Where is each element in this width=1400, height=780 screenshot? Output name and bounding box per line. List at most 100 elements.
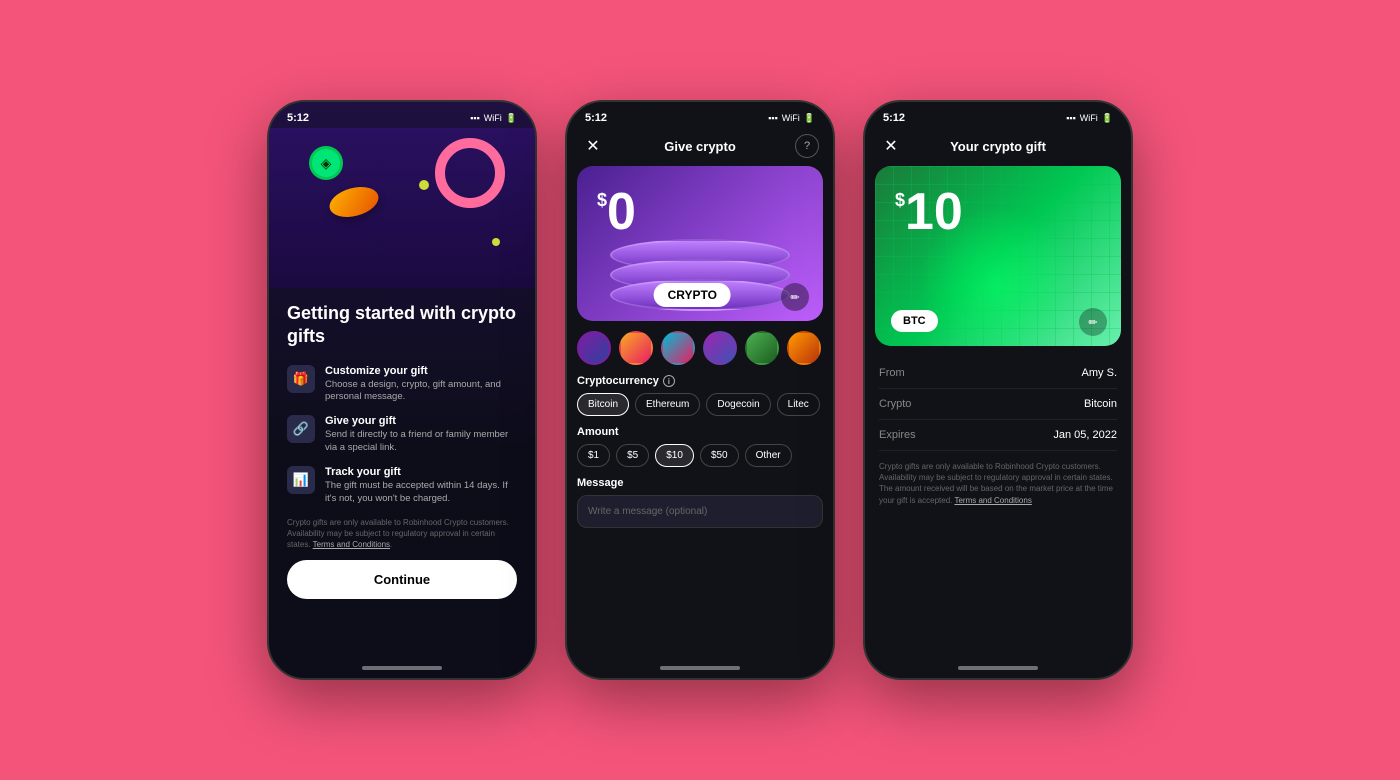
phone2-header: ✕ Give crypto ? — [567, 128, 833, 166]
status-bar-1: 5:12 ▪▪▪ WiFi 🔋 — [269, 102, 535, 128]
phone3-header: ✕ Your crypto gift — [865, 128, 1131, 166]
give-title: Give your gift — [325, 415, 517, 427]
amount-pills: $1 $5 $10 $50 Other — [577, 444, 823, 467]
from-value: Amy S. — [1082, 367, 1117, 379]
customize-icon: 🎁 — [287, 365, 315, 393]
battery-icon-3: 🔋 — [1102, 113, 1113, 124]
crypto-card: $ 0 CRYPTO ✏ — [577, 166, 823, 321]
pink-ring — [435, 138, 505, 208]
feature-customize-text: Customize your gift Choose a design, cry… — [325, 365, 517, 404]
yellow-dot-2 — [492, 238, 500, 246]
pill-litecoin[interactable]: Litec — [777, 393, 820, 416]
status-time-1: 5:12 — [287, 112, 309, 124]
info-row-crypto: Crypto Bitcoin — [879, 389, 1117, 420]
green-coin — [309, 146, 343, 180]
close-button-2[interactable]: ✕ — [581, 134, 605, 158]
orange-coin — [326, 182, 382, 222]
home-indicator-2 — [660, 666, 740, 670]
give-desc: Send it directly to a friend or family m… — [325, 429, 517, 454]
avatar-1[interactable] — [577, 331, 611, 365]
phone-2: 5:12 ▪▪▪ WiFi 🔋 ✕ Give crypto ? $ 0 CRYP… — [565, 100, 835, 680]
feature-customize: 🎁 Customize your gift Choose a design, c… — [287, 365, 517, 404]
crypto-label-3: Crypto — [879, 398, 911, 410]
pill-50[interactable]: $50 — [700, 444, 739, 467]
close-button-3[interactable]: ✕ — [879, 134, 903, 158]
home-indicator-3 — [958, 666, 1038, 670]
expires-label: Expires — [879, 429, 916, 441]
page-title: Getting started with crypto gifts — [287, 302, 517, 349]
phone3-body: From Amy S. Crypto Bitcoin Expires Jan 0… — [865, 358, 1131, 660]
customize-title: Customize your gift — [325, 365, 517, 377]
expires-value: Jan 05, 2022 — [1053, 429, 1117, 441]
hero-illustration — [269, 128, 535, 288]
from-label: From — [879, 367, 905, 379]
wifi-icon-3: WiFi — [1080, 113, 1098, 123]
dollar-sign: $ — [597, 190, 607, 211]
feature-track-text: Track your gift The gift must be accepte… — [325, 466, 517, 505]
give-icon: 🔗 — [287, 415, 315, 443]
disclaimer-3: Crypto gifts are only available to Robin… — [879, 461, 1117, 506]
message-input[interactable]: Write a message (optional) — [577, 495, 823, 528]
terms-link-1[interactable]: Terms and Conditions — [313, 540, 390, 549]
avatar-4[interactable] — [703, 331, 737, 365]
avatar-2[interactable] — [619, 331, 653, 365]
status-bar-3: 5:12 ▪▪▪ WiFi 🔋 — [865, 102, 1131, 128]
btc-pill: BTC — [891, 310, 938, 332]
signal-icon-2: ▪▪▪ — [768, 113, 778, 123]
green-dollar: $ — [895, 190, 905, 211]
avatar-3[interactable] — [661, 331, 695, 365]
crypto-label-pill: CRYPTO — [654, 283, 731, 307]
phone-3: 5:12 ▪▪▪ WiFi 🔋 ✕ Your crypto gift $ 10 … — [863, 100, 1133, 680]
green-card: $ 10 BTC ✏ — [875, 166, 1121, 346]
disclaimer-1: Crypto gifts are only available to Robin… — [287, 517, 517, 551]
phone1-content: Getting started with crypto gifts 🎁 Cust… — [269, 288, 535, 660]
continue-button[interactable]: Continue — [287, 560, 517, 599]
info-icon-crypto[interactable]: i — [663, 375, 675, 387]
cryptocurrency-pills: Bitcoin Ethereum Dogecoin Litec — [577, 393, 823, 416]
info-row-expires: Expires Jan 05, 2022 — [879, 420, 1117, 451]
customize-desc: Choose a design, crypto, gift amount, an… — [325, 379, 517, 404]
pill-10[interactable]: $10 — [655, 444, 694, 467]
amount-label: Amount — [577, 426, 823, 438]
message-label: Message — [577, 477, 823, 489]
wifi-icon-2: WiFi — [782, 113, 800, 123]
avatar-6[interactable] — [787, 331, 821, 365]
status-time-3: 5:12 — [883, 112, 905, 124]
wifi-icon: WiFi — [484, 113, 502, 123]
edit-card-button-3[interactable]: ✏ — [1079, 308, 1107, 336]
info-row-from: From Amy S. — [879, 358, 1117, 389]
track-desc: The gift must be accepted within 14 days… — [325, 480, 517, 505]
battery-icon-2: 🔋 — [804, 113, 815, 124]
home-indicator-1 — [362, 666, 442, 670]
avatar-5[interactable] — [745, 331, 779, 365]
edit-card-button[interactable]: ✏ — [781, 283, 809, 311]
status-icons-1: ▪▪▪ WiFi 🔋 — [470, 113, 517, 124]
feature-track: 📊 Track your gift The gift must be accep… — [287, 466, 517, 505]
pill-5[interactable]: $5 — [616, 444, 649, 467]
avatar-row — [567, 331, 833, 375]
green-num: 10 — [905, 186, 963, 238]
track-icon: 📊 — [287, 466, 315, 494]
pill-ethereum[interactable]: Ethereum — [635, 393, 700, 416]
feature-give-text: Give your gift Send it directly to a fri… — [325, 415, 517, 454]
pill-other[interactable]: Other — [745, 444, 792, 467]
phone2-body: Cryptocurrency i Bitcoin Ethereum Dogeco… — [567, 375, 833, 660]
crypto-value-3: Bitcoin — [1084, 398, 1117, 410]
status-time-2: 5:12 — [585, 112, 607, 124]
feature-give: 🔗 Give your gift Send it directly to a f… — [287, 415, 517, 454]
phone-1: 5:12 ▪▪▪ WiFi 🔋 Getting started with cry… — [267, 100, 537, 680]
status-icons-2: ▪▪▪ WiFi 🔋 — [768, 113, 815, 124]
status-icons-3: ▪▪▪ WiFi 🔋 — [1066, 113, 1113, 124]
pill-1[interactable]: $1 — [577, 444, 610, 467]
signal-icon: ▪▪▪ — [470, 113, 480, 123]
green-amount: $ 10 — [895, 186, 963, 238]
pill-bitcoin[interactable]: Bitcoin — [577, 393, 629, 416]
battery-icon: 🔋 — [506, 113, 517, 124]
pill-dogecoin[interactable]: Dogecoin — [706, 393, 770, 416]
track-title: Track your gift — [325, 466, 517, 478]
yellow-dot-1 — [419, 180, 429, 190]
phone2-title: Give crypto — [664, 139, 736, 154]
terms-link-3[interactable]: Terms and Conditions — [954, 496, 1031, 505]
help-button[interactable]: ? — [795, 134, 819, 158]
signal-icon-3: ▪▪▪ — [1066, 113, 1076, 123]
